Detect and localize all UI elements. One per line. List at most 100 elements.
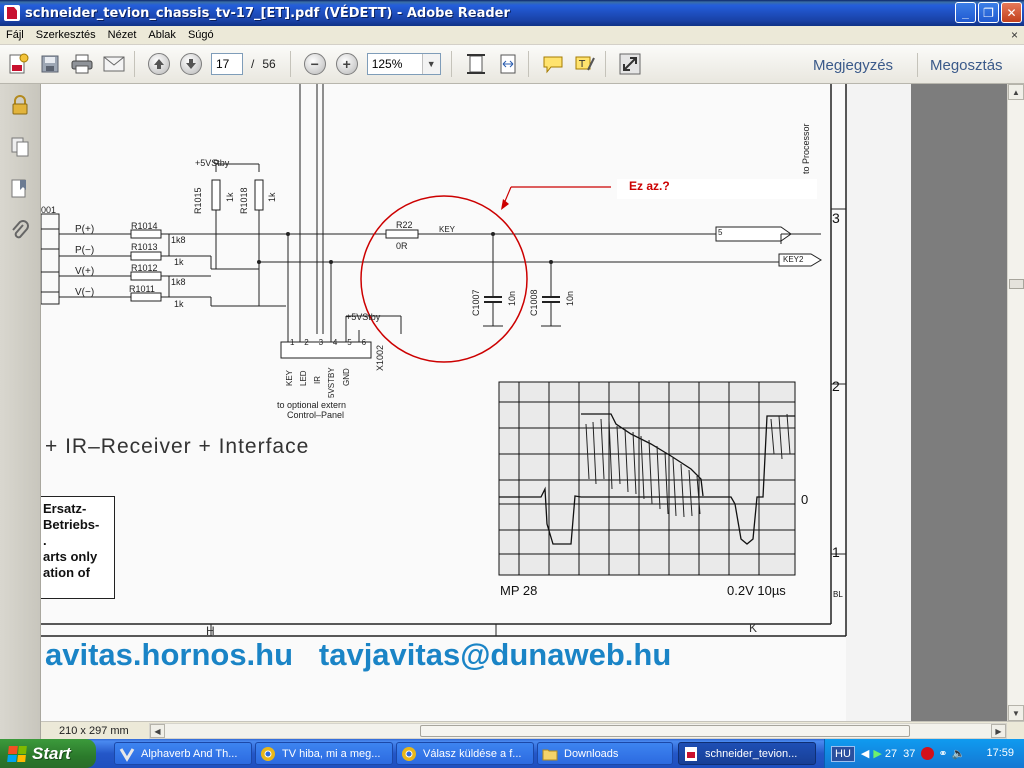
save-button[interactable] <box>36 50 64 78</box>
scroll-right-icon[interactable]: ▶ <box>991 724 1006 738</box>
scroll-down-icon[interactable]: ▼ <box>1008 705 1024 721</box>
menu-file[interactable]: Fájl <box>0 29 30 41</box>
start-label: Start <box>32 743 71 763</box>
taskbar-item-chrome-2[interactable]: Válasz küldése a f... <box>396 742 534 765</box>
label-key-net: KEY <box>439 225 456 234</box>
share-panel-link[interactable]: Megosztás <box>930 57 1003 74</box>
plus-icon: + <box>335 53 358 75</box>
taskbar-item-adobe-reader[interactable]: schneider_tevion... <box>678 742 816 765</box>
full-screen-button[interactable] <box>616 50 644 78</box>
zoom-select[interactable]: 125% ▼ <box>366 53 441 75</box>
zoom-out-button[interactable]: − <box>301 50 329 78</box>
system-clock: 17:59 <box>986 747 1014 759</box>
close-button[interactable]: ✕ <box>1001 2 1022 23</box>
volume-icon[interactable]: 🔈 <box>952 747 966 760</box>
comment-button[interactable] <box>539 50 567 78</box>
legend-line: Betriebs- <box>43 517 100 532</box>
taskbar-item-chrome-1[interactable]: TV hiba, mi a meg... <box>255 742 393 765</box>
margin-label-1: 1 <box>832 544 840 560</box>
fit-page-icon <box>466 54 485 74</box>
start-button[interactable]: Start <box>0 739 96 768</box>
pages-icon[interactable] <box>9 136 31 158</box>
taskbar-item-label: TV hiba, mi a meg... <box>282 747 381 760</box>
menu-bar: Fájl Szerkesztés Nézet Ablak Súgó × <box>0 26 1024 45</box>
document-viewport[interactable]: 001 P(+) P(−) V(+) V(−) R1014 R1013 R101… <box>41 84 1007 721</box>
vertical-scroll-thumb[interactable] <box>1009 279 1024 289</box>
pdf-icon <box>685 746 697 761</box>
page-number-input[interactable] <box>211 53 243 75</box>
menu-window[interactable]: Ablak <box>142 29 182 41</box>
label-r1015: R1015 <box>193 187 203 214</box>
fit-page-button[interactable] <box>462 50 490 78</box>
comment-panel-link[interactable]: Megjegyzés <box>813 57 893 74</box>
label-r22-value: 0R <box>396 241 408 251</box>
tray-counter-2: 37 <box>903 747 916 760</box>
lock-icon[interactable] <box>9 94 31 116</box>
maximize-button[interactable]: ❐ <box>978 2 999 23</box>
toolbar-separator <box>527 51 529 77</box>
window-title: schneider_tevion_chassis_tv-17_[ET].pdf … <box>25 5 510 21</box>
menu-view[interactable]: Nézet <box>102 29 143 41</box>
network-icon[interactable]: ⚭ <box>938 747 947 760</box>
pdf-page: 001 P(+) P(−) V(+) V(−) R1014 R1013 R101… <box>41 84 911 721</box>
antivirus-icon[interactable] <box>921 747 935 760</box>
pin-3: 3 <box>318 338 324 347</box>
scroll-left-icon[interactable]: ◀ <box>150 724 165 738</box>
menu-help[interactable]: Súgó <box>182 29 220 41</box>
label-control-panel: Control–Panel <box>287 410 345 420</box>
pin-6: 6 <box>361 338 367 347</box>
taskbar-item-alphaverb[interactable]: Alphaverb And Th... <box>114 742 252 765</box>
navigation-panel <box>0 84 41 740</box>
document-close-icon[interactable]: × <box>1011 28 1018 42</box>
horizontal-scroll-thumb[interactable] <box>420 725 910 737</box>
chevron-down-icon[interactable]: ▼ <box>421 54 440 74</box>
language-indicator[interactable]: HU <box>831 745 855 762</box>
folder-icon <box>542 749 558 760</box>
expand-icon <box>619 53 641 75</box>
pin-2: 2 <box>304 338 309 347</box>
menu-edit[interactable]: Szerkesztés <box>30 29 102 41</box>
bookmark-icon[interactable] <box>9 178 31 200</box>
print-button[interactable] <box>68 50 96 78</box>
pin-4: 4 <box>332 338 338 347</box>
chrome-icon <box>261 746 275 761</box>
paperclip-icon[interactable] <box>9 220 31 242</box>
scroll-up-icon[interactable]: ▲ <box>1008 84 1024 100</box>
email-button[interactable] <box>100 50 128 78</box>
label-10n-a: 10n <box>507 290 517 306</box>
create-pdf-button[interactable] <box>4 50 32 78</box>
pin-name-gnd: GND <box>342 368 351 386</box>
pin-name-led: LED <box>299 370 308 386</box>
page-size-label: 210 x 297 mm <box>59 724 129 737</box>
pin-5: 5 <box>347 338 352 347</box>
highlight-button[interactable]: T <box>571 50 599 78</box>
label-10n-b: 10n <box>565 290 575 306</box>
toolbar-separator <box>134 51 135 77</box>
zoom-in-button[interactable]: + <box>333 50 361 78</box>
vertical-scrollbar[interactable]: ▲ ▼ <box>1007 84 1024 721</box>
taskbar-item-label: Downloads <box>564 747 619 760</box>
fit-width-button[interactable] <box>494 50 522 78</box>
label-1k8-b: 1k8 <box>171 277 186 287</box>
label-c1007: C1007 <box>471 289 481 316</box>
next-page-button[interactable] <box>177 50 205 78</box>
label-v-plus: V(+) <box>75 266 95 277</box>
legend-line: arts only <box>43 549 98 564</box>
play-icon[interactable]: ▶ <box>873 747 881 760</box>
taskbar-item-downloads[interactable]: Downloads <box>537 742 673 765</box>
svg-text:T: T <box>578 59 586 70</box>
label-r1k-b: 1k <box>267 192 277 202</box>
label-c1008: C1008 <box>529 289 539 316</box>
previous-page-button[interactable] <box>145 50 173 78</box>
legend-box: Ersatz- Betriebs- . arts only ation of <box>41 496 115 599</box>
legend-line: Ersatz- <box>43 501 87 516</box>
schematic-heading: + IR–Receiver + Interface <box>45 435 310 458</box>
chevron-left-icon[interactable]: ◀ <box>861 747 869 760</box>
minimize-button[interactable]: _ <box>955 2 976 23</box>
horizontal-scrollbar[interactable]: ◀ ▶ <box>149 723 1007 739</box>
app-icon <box>119 747 135 762</box>
toolbar-separator <box>917 53 918 77</box>
windows-flag-icon <box>7 745 27 762</box>
pin-name-ir: IR <box>313 376 322 384</box>
connector-label: 001 <box>41 205 57 215</box>
